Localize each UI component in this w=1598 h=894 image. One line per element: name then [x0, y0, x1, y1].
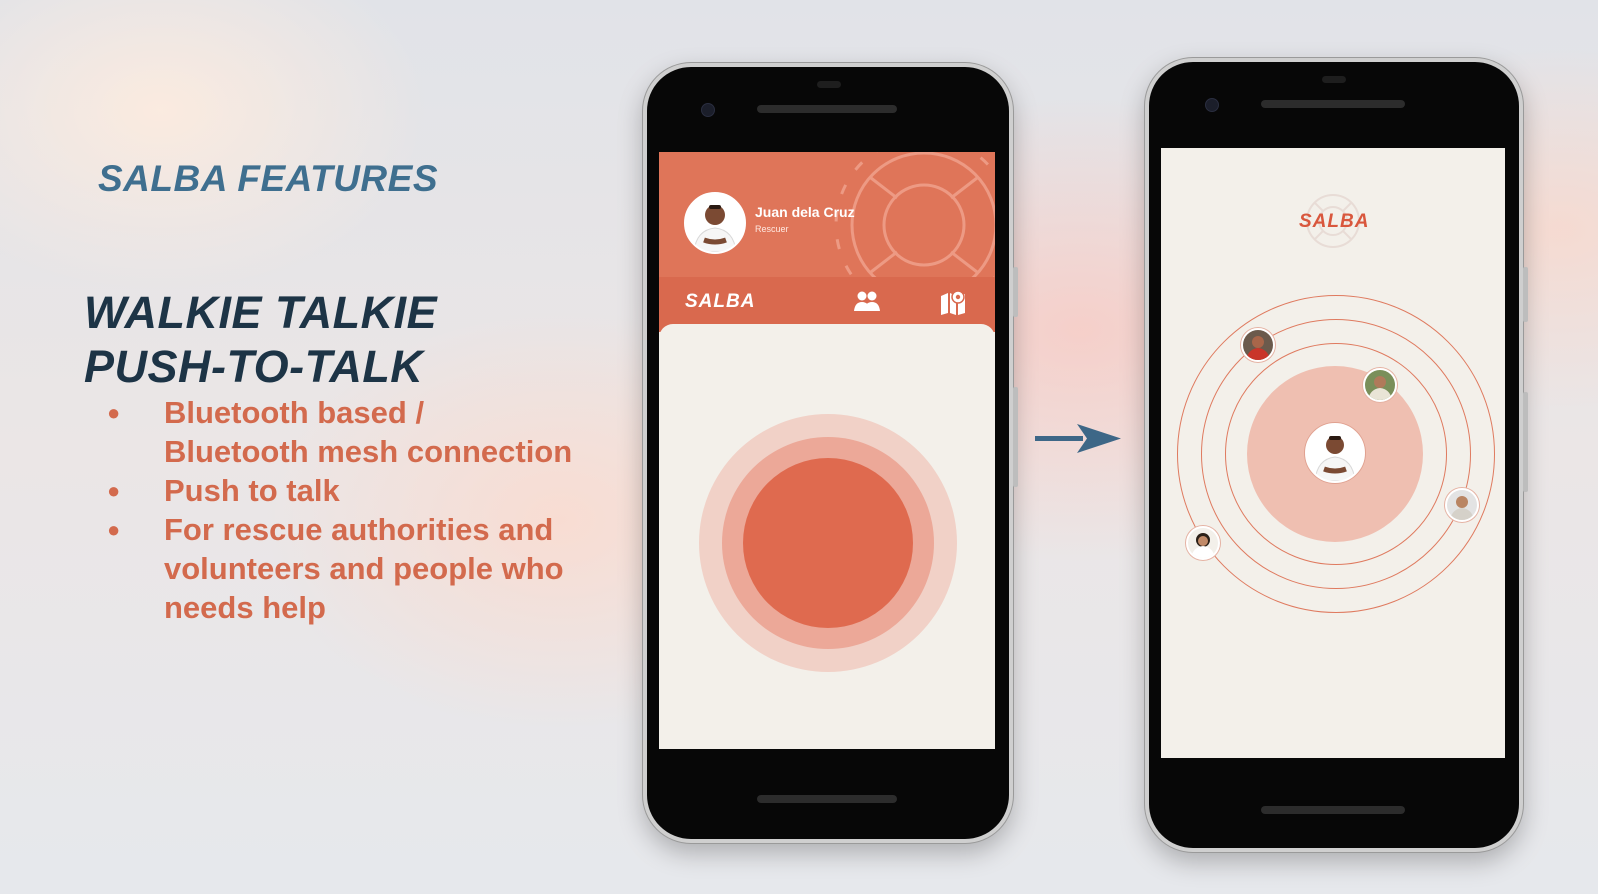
- bullet-item: ● Bluetooth based / Bluetooth mesh connec…: [104, 393, 574, 471]
- phone-notch: [1322, 76, 1346, 83]
- features-title: SALBA FEATURES: [98, 158, 438, 199]
- bullet-item: ● For rescue authorities and volunteers a…: [104, 510, 574, 627]
- bullet-marker: ●: [107, 478, 121, 503]
- peer-avatar[interactable]: [1445, 488, 1479, 522]
- map-pin-icon[interactable]: [939, 289, 967, 315]
- arrow-right-icon: [1035, 424, 1121, 453]
- front-camera: [701, 103, 715, 117]
- user-role: Rescuer: [755, 224, 789, 234]
- phone-side-button: [1013, 267, 1018, 317]
- bullet-marker: ●: [107, 400, 121, 425]
- bullet-item: ● Push to talk: [104, 471, 574, 510]
- peer-avatar[interactable]: [1363, 368, 1397, 402]
- heading-line-2: PUSH-TO-TALK: [84, 341, 424, 392]
- feature-heading: WALKIE TALKIE PUSH-TO-TALK: [84, 286, 437, 394]
- bullet-text: Push to talk: [164, 473, 340, 508]
- phone-bottom-bar: [757, 795, 897, 803]
- feature-bullet-list: ● Bluetooth based / Bluetooth mesh connec…: [104, 393, 574, 627]
- phone-mockup-peer-radar: SALBA: [1145, 58, 1528, 852]
- bullet-text: Bluetooth based / Bluetooth mesh connect…: [164, 395, 573, 469]
- app-brand-logo: SALBA: [685, 291, 756, 312]
- phone-speaker: [1261, 100, 1405, 108]
- phone-mockup-walkie-talkie: Juan dela Cruz Rescuer SALBA: [643, 63, 1018, 843]
- phone-side-button: [1523, 392, 1528, 492]
- phone-side-button: [1013, 387, 1018, 487]
- bullet-marker: ●: [107, 517, 121, 542]
- peer-avatar[interactable]: [1241, 328, 1275, 362]
- user-avatar[interactable]: [684, 192, 746, 254]
- phone-speaker: [757, 105, 897, 113]
- group-icon[interactable]: [853, 290, 881, 314]
- push-to-talk-button[interactable]: [743, 458, 913, 628]
- phone-side-button: [1523, 267, 1528, 322]
- ptt-panel: [659, 324, 995, 749]
- bullet-text: For rescue authorities and volunteers an…: [164, 512, 564, 625]
- phone-notch: [817, 81, 841, 88]
- app-screen-ptt: Juan dela Cruz Rescuer SALBA: [659, 152, 995, 749]
- self-avatar[interactable]: [1305, 423, 1365, 483]
- phone-bottom-bar: [1261, 806, 1405, 814]
- peer-avatar[interactable]: [1186, 526, 1220, 560]
- user-name: Juan dela Cruz: [755, 204, 855, 220]
- front-camera: [1205, 98, 1219, 112]
- app-brand-logo: SALBA: [1299, 211, 1370, 232]
- heading-line-1: WALKIE TALKIE: [84, 287, 438, 338]
- app-screen-radar: SALBA: [1161, 148, 1505, 758]
